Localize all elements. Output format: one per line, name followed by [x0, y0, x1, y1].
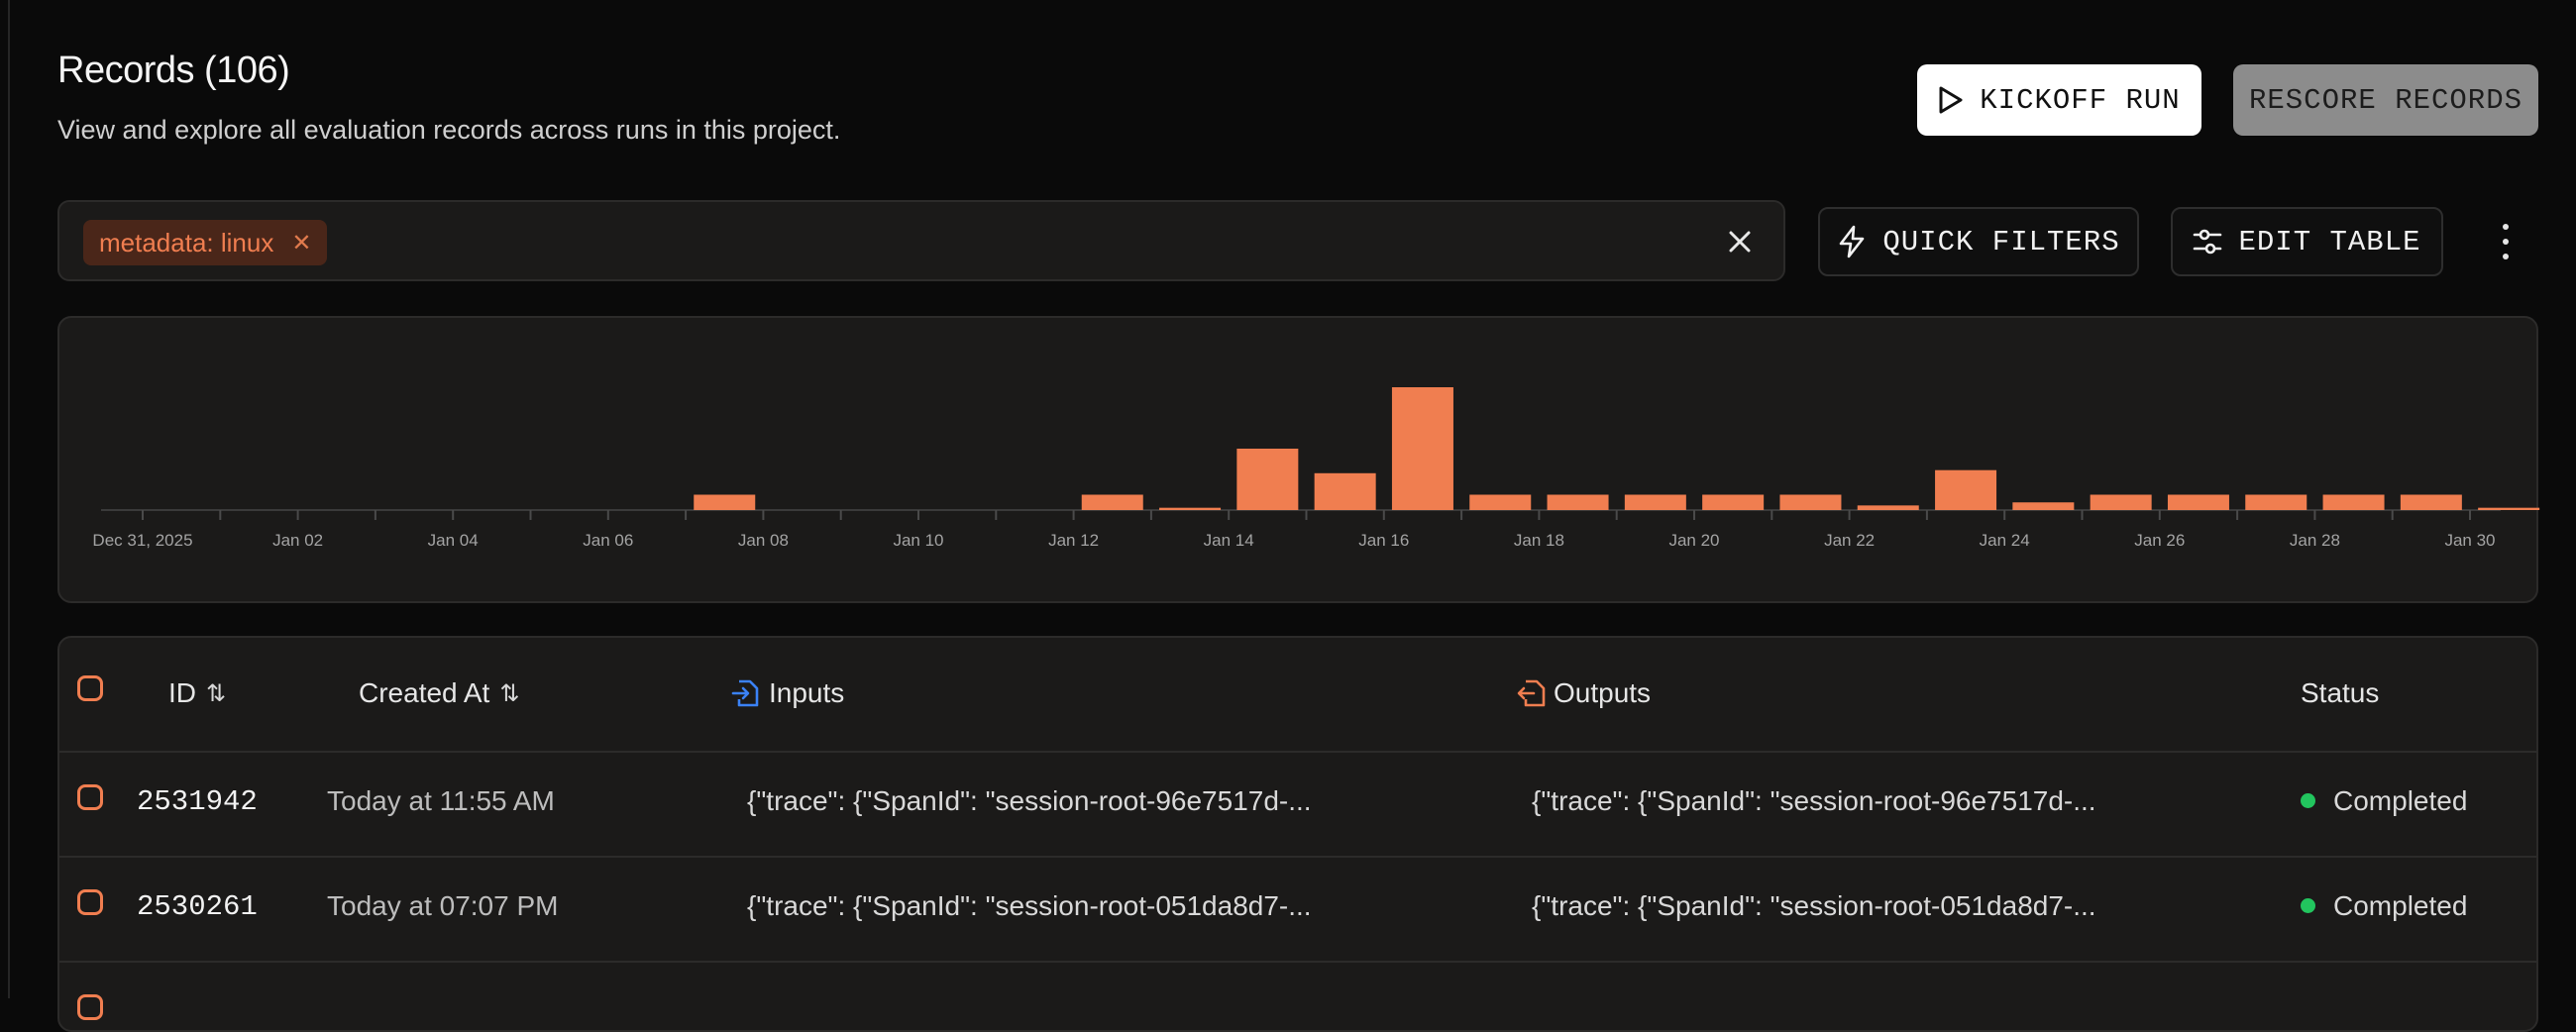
chart-bar[interactable] [1624, 494, 1686, 511]
chart-tick-label: Jan 08 [738, 531, 789, 550]
row-checkbox[interactable] [77, 889, 103, 915]
rescore-records-label: RESCORE RECORDS [2248, 83, 2523, 117]
chart-bar[interactable] [1236, 449, 1299, 510]
chart-bar[interactable] [2478, 507, 2540, 510]
records-table: ID ⇅ Created At ⇅ Inputs Outputs Status 25… [57, 636, 2538, 1032]
chart-bar[interactable] [2400, 494, 2462, 511]
table-row[interactable]: 2531942 Today at 11:55 AM {"trace": {"Sp… [59, 751, 2536, 858]
chart-bar[interactable] [2167, 494, 2229, 511]
chart-tick-label: Jan 26 [2134, 531, 2185, 550]
chart-tick-label: Jan 10 [893, 531, 943, 550]
chart-bar[interactable] [2322, 494, 2385, 511]
chart-tick-label: Jan 12 [1048, 531, 1099, 550]
chart-tick-label: Jan 28 [2290, 531, 2340, 550]
records-histogram: Dec 31, 2025 Jan 02 Jan 04 Jan 06 Jan 08 Jan … [57, 316, 2540, 603]
column-header-outputs-label: Outputs [1554, 677, 1652, 708]
status-label: Completed [2333, 785, 2468, 816]
page-title: Records (106) [57, 50, 290, 91]
chart-bar[interactable] [694, 494, 756, 511]
quick-filters-label: QUICK FILTERS [1882, 225, 2120, 258]
column-header-outputs: Outputs [1516, 677, 1651, 709]
sort-icon[interactable]: ⇅ [206, 679, 226, 708]
kickoff-run-button[interactable]: KICKOFF RUN [1917, 64, 2201, 136]
record-id[interactable]: 2531942 [137, 785, 258, 818]
sort-icon[interactable]: ⇅ [499, 679, 519, 708]
close-icon[interactable] [1726, 228, 1754, 256]
close-icon[interactable]: ✕ [291, 229, 311, 258]
record-created-at: Today at 07:07 PM [327, 890, 559, 921]
column-header-created-at-label: Created At [359, 677, 490, 708]
play-icon [1939, 86, 1963, 114]
chart-tick-label: Jan 24 [1980, 531, 2030, 550]
chart-tick-label: Jan 04 [428, 531, 479, 550]
edit-table-button[interactable]: EDIT TABLE [2171, 207, 2443, 276]
filter-bar: metadata: linux ✕ [57, 200, 1785, 281]
file-export-icon [1517, 679, 1546, 707]
row-checkbox[interactable] [77, 784, 103, 810]
status-dot [2301, 793, 2315, 809]
select-all-checkbox[interactable] [77, 675, 103, 701]
left-sidebar-edge [0, 0, 10, 998]
quick-filters-button[interactable]: QUICK FILTERS [1818, 207, 2139, 276]
record-status: Completed [2301, 890, 2467, 922]
filter-chip-label: metadata: linux [99, 227, 274, 258]
chart-tick-label: Jan 16 [1358, 531, 1409, 550]
chart-tick-label: Jan 30 [2444, 531, 2495, 550]
column-header-id[interactable]: ID ⇅ [168, 677, 226, 709]
kickoff-run-label: KICKOFF RUN [1980, 83, 2181, 117]
records-histogram-chart: Dec 31, 2025 Jan 02 Jan 04 Jan 06 Jan 08 Jan … [92, 387, 2540, 550]
column-header-status-label: Status [2301, 677, 2380, 708]
chart-bar[interactable] [1935, 469, 1997, 510]
record-id[interactable]: 2530261 [137, 890, 258, 923]
chart-tick-label: Dec 31, 2025 [92, 531, 192, 550]
chart-bar[interactable] [2012, 502, 2075, 510]
chart-bar[interactable] [1081, 494, 1143, 511]
chart-tick-label: Jan 14 [1204, 531, 1254, 550]
status-dot [2301, 898, 2315, 914]
record-outputs[interactable]: {"trace": {"SpanId": "session-root-051da… [1532, 890, 2096, 922]
kebab-icon[interactable] [2491, 224, 2521, 259]
column-header-inputs: Inputs [731, 677, 844, 709]
column-header-inputs-label: Inputs [769, 677, 845, 708]
sliders-icon [2194, 229, 2222, 255]
record-outputs[interactable]: {"trace": {"SpanId": "session-root-96e75… [1532, 785, 2096, 817]
filter-chip-metadata[interactable]: metadata: linux ✕ [83, 220, 328, 265]
chart-tick-label: Jan 06 [583, 531, 633, 550]
chart-bar[interactable] [1857, 505, 1919, 510]
record-status: Completed [2301, 785, 2467, 817]
column-header-status: Status [2301, 677, 2379, 709]
chart-tick-label: Jan 02 [272, 531, 323, 550]
table-row[interactable] [59, 961, 2536, 1030]
chart-bar[interactable] [1314, 472, 1376, 510]
table-row[interactable]: 2530261 Today at 07:07 PM {"trace": {"Sp… [59, 856, 2536, 963]
chart-tick-label: Jan 20 [1668, 531, 1719, 550]
record-inputs[interactable]: {"trace": {"SpanId": "session-root-051da… [747, 890, 1312, 922]
table-header: ID ⇅ Created At ⇅ Inputs Outputs Status [59, 638, 2536, 753]
chart-bar[interactable] [1779, 494, 1842, 511]
chart-bar[interactable] [1159, 507, 1222, 510]
status-label: Completed [2333, 890, 2468, 921]
file-import-icon [731, 679, 759, 707]
chart-tick-label: Jan 18 [1514, 531, 1564, 550]
chart-bar[interactable] [2090, 494, 2152, 511]
record-inputs[interactable]: {"trace": {"SpanId": "session-root-96e75… [747, 785, 1312, 817]
page-subtitle: View and explore all evaluation records … [57, 115, 841, 145]
edit-table-label: EDIT TABLE [2238, 225, 2421, 258]
chart-bar[interactable] [1469, 494, 1532, 511]
rescore-records-button[interactable]: RESCORE RECORDS [2233, 64, 2538, 136]
lightning-icon [1840, 225, 1865, 258]
column-header-created-at[interactable]: Created At ⇅ [359, 677, 519, 709]
chart-tick-label: Jan 22 [1824, 531, 1875, 550]
chart-bar[interactable] [1547, 494, 1609, 511]
chart-bar[interactable] [1391, 387, 1453, 510]
chart-bar[interactable] [1702, 494, 1765, 511]
chart-bar[interactable] [2245, 494, 2308, 511]
filter-input[interactable] [357, 220, 1649, 267]
column-header-id-label: ID [168, 677, 196, 708]
record-created-at: Today at 11:55 AM [327, 785, 555, 816]
